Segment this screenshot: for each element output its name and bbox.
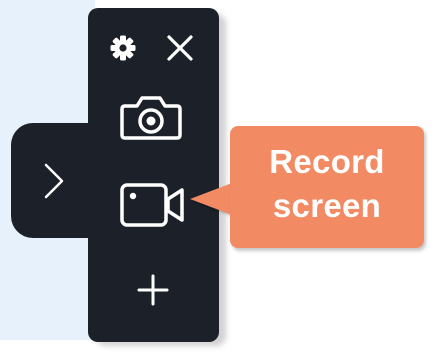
camera-icon[interactable] [119, 92, 183, 142]
video-camera-icon[interactable] [119, 181, 185, 229]
callout-text: Record screen [269, 143, 385, 224]
callout-pointer [190, 183, 232, 215]
record-screen-callout: Record screen [230, 126, 424, 248]
recording-toolbar [88, 8, 219, 342]
chevron-right-icon[interactable] [41, 161, 67, 201]
close-icon[interactable] [165, 33, 195, 63]
plus-icon[interactable] [136, 273, 170, 307]
gear-icon[interactable] [109, 34, 137, 62]
